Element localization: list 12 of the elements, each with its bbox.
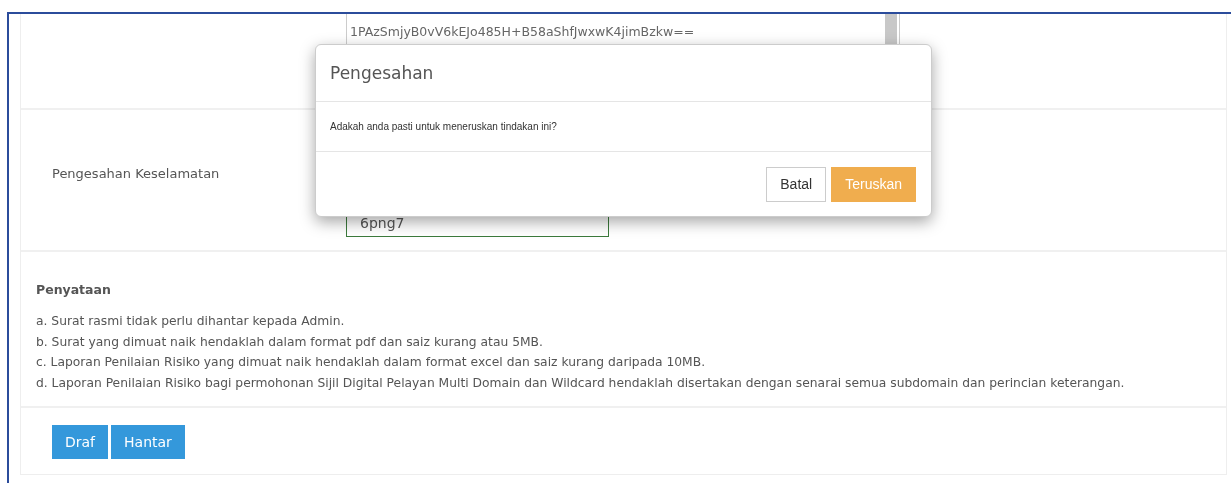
statement-item: d. Laporan Penilaian Risiko bagi permohonan Sijil Digital Pelayan Multi Domain dan Wildcard hendaklah disertakan dengan senarai semua subdomain dan perincian keterangan. bbox=[36, 375, 1126, 393]
statement-title: Penyataan bbox=[36, 282, 112, 297]
statement-item: c. Laporan Penilaian Risiko yang dimuat naik hendaklah dalam format excel dan saiz kurang daripada 10MB. bbox=[36, 354, 707, 372]
form-button[interactable]: Hantar bbox=[111, 425, 185, 459]
field-label: Pengesahan Keselamatan bbox=[52, 166, 221, 181]
dialog-button[interactable]: Teruskan bbox=[831, 166, 916, 202]
form-button[interactable]: Draf bbox=[52, 425, 109, 459]
dialog-button[interactable]: Batal bbox=[766, 166, 827, 202]
dialog-message: Adakah anda pasti untuk meneruskan tindakan ini? bbox=[330, 121, 557, 132]
statement-item: b. Surat yang dimuat naik hendaklah dalam format pdf dan saiz kurang atau 5MB. bbox=[36, 333, 544, 351]
statement-item: a. Surat rasmi tidak perlu dihantar kepada Admin. bbox=[36, 313, 346, 330]
dialog-title: Pengesahan bbox=[330, 63, 434, 83]
